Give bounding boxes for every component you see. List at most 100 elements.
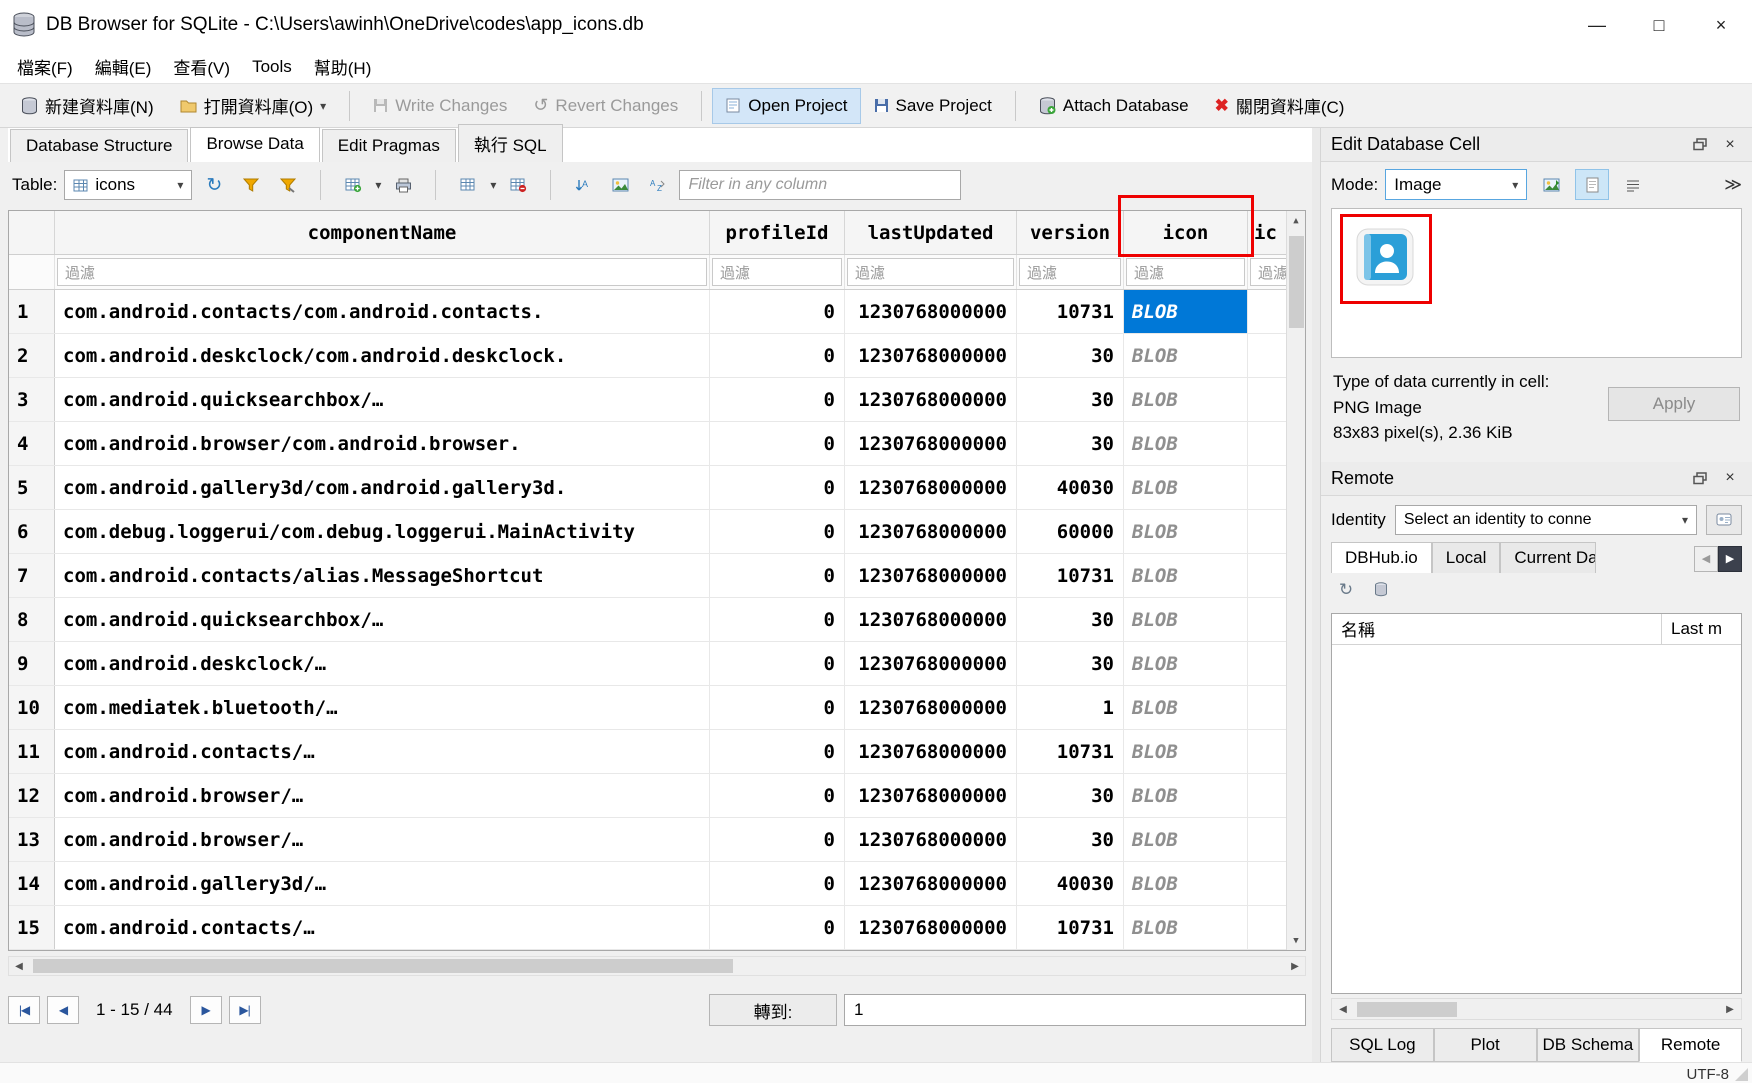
row-number[interactable]: 1 [9, 290, 55, 333]
table-row[interactable]: 2 com.android.deskclock/com.android.desk… [9, 334, 1305, 378]
remote-refresh-icon[interactable]: ↻ [1333, 578, 1359, 602]
float-panel-icon[interactable] [1688, 466, 1712, 490]
cell-profileId[interactable]: 0 [710, 686, 845, 729]
remote-tab-dbhub[interactable]: DBHub.io [1331, 542, 1432, 573]
cell-version[interactable]: 30 [1017, 818, 1124, 861]
cell-icon[interactable]: BLOB [1124, 774, 1248, 817]
open-database-button[interactable]: 打開資料庫(O) ▾ [167, 85, 340, 126]
cell-icon[interactable]: BLOB [1124, 378, 1248, 421]
cell-icon[interactable]: BLOB [1124, 862, 1248, 905]
table-row[interactable]: 9 com.android.deskclock/… 0 123076800000… [9, 642, 1305, 686]
duplicate-record-caret-icon[interactable]: ▾ [490, 178, 496, 192]
column-filter-icon[interactable]: 過濾 [1126, 258, 1245, 286]
table-row[interactable]: 10 com.mediatek.bluetooth/… 0 1230768000… [9, 686, 1305, 730]
cell-lastUpdated[interactable]: 1230768000000 [845, 774, 1017, 817]
cell-profileId[interactable]: 0 [710, 378, 845, 421]
cell-profileId[interactable]: 0 [710, 906, 845, 949]
cell-componentName[interactable]: com.android.gallery3d/… [55, 862, 710, 905]
scroll-right-icon[interactable]: ▶ [1719, 999, 1741, 1019]
cell-profileId[interactable]: 0 [710, 422, 845, 465]
row-number[interactable]: 10 [9, 686, 55, 729]
cell-version[interactable]: 30 [1017, 422, 1124, 465]
cell-componentName[interactable]: com.android.deskclock/… [55, 642, 710, 685]
row-number[interactable]: 13 [9, 818, 55, 861]
row-number[interactable]: 5 [9, 466, 55, 509]
resize-grip-icon[interactable] [1735, 1068, 1748, 1081]
float-panel-icon[interactable] [1688, 133, 1712, 157]
pane-splitter[interactable] [1312, 128, 1320, 1062]
import-identity-button[interactable] [1706, 505, 1742, 535]
row-number[interactable]: 3 [9, 378, 55, 421]
attach-database-button[interactable]: Attach Database [1026, 88, 1202, 124]
column-header-lastUpdated[interactable]: lastUpdated [845, 211, 1017, 254]
horizontal-scrollbar[interactable]: ◀ ▶ [8, 956, 1306, 976]
cell-version[interactable]: 40030 [1017, 862, 1124, 905]
row-number[interactable]: 2 [9, 334, 55, 377]
row-number[interactable]: 7 [9, 554, 55, 597]
new-database-button[interactable]: 新建資料庫(N) [8, 85, 167, 126]
table-row[interactable]: 3 com.android.quicksearchbox/… 0 1230768… [9, 378, 1305, 422]
cell-lastUpdated[interactable]: 1230768000000 [845, 422, 1017, 465]
row-number[interactable]: 6 [9, 510, 55, 553]
next-page-button[interactable]: ▶ [190, 996, 222, 1024]
column-header-icon[interactable]: icon [1124, 211, 1248, 254]
cell-profileId[interactable]: 0 [710, 598, 845, 641]
row-number[interactable]: 15 [9, 906, 55, 949]
sort-ascending-icon[interactable]: A [568, 171, 598, 199]
tab-edit-pragmas[interactable]: Edit Pragmas [322, 129, 456, 162]
cell-profileId[interactable]: 0 [710, 290, 845, 333]
refresh-icon[interactable]: ↻ [199, 171, 229, 199]
cell-icon[interactable]: BLOB [1124, 598, 1248, 641]
column-header-componentName[interactable]: componentName [55, 211, 710, 254]
table-row[interactable]: 14 com.android.gallery3d/… 0 12307680000… [9, 862, 1305, 906]
table-selector[interactable]: icons ▾ [64, 170, 192, 200]
revert-changes-button[interactable]: ↺ Revert Changes [520, 87, 691, 124]
horizontal-scrollbar-thumb[interactable] [33, 959, 733, 973]
table-row[interactable]: 13 com.android.browser/… 0 1230768000000… [9, 818, 1305, 862]
cell-lastUpdated[interactable]: 1230768000000 [845, 642, 1017, 685]
table-row[interactable]: 12 com.android.browser/… 0 1230768000000… [9, 774, 1305, 818]
goto-button[interactable]: 轉到: [709, 994, 837, 1026]
cell-lastUpdated[interactable]: 1230768000000 [845, 906, 1017, 949]
insert-record-icon[interactable] [338, 171, 368, 199]
menu-view[interactable]: 查看(V) [162, 50, 241, 83]
row-number[interactable]: 11 [9, 730, 55, 773]
cell-lastUpdated[interactable]: 1230768000000 [845, 466, 1017, 509]
remote-column-last-modified[interactable]: Last m [1662, 614, 1741, 644]
cell-version[interactable]: 10731 [1017, 730, 1124, 773]
remote-tab-local[interactable]: Local [1432, 542, 1501, 573]
mode-selector[interactable]: Image ▾ [1385, 169, 1527, 200]
table-row[interactable]: 15 com.android.contacts/… 0 123076800000… [9, 906, 1305, 950]
column-header-version[interactable]: version [1017, 211, 1124, 254]
cell-profileId[interactable]: 0 [710, 334, 845, 377]
cell-componentName[interactable]: com.android.contacts/com.android.contact… [55, 290, 710, 333]
cell-lastUpdated[interactable]: 1230768000000 [845, 686, 1017, 729]
cell-lastUpdated[interactable]: 1230768000000 [845, 510, 1017, 553]
cell-version[interactable]: 30 [1017, 378, 1124, 421]
maximize-button[interactable]: □ [1628, 0, 1690, 50]
cell-icon[interactable]: BLOB [1124, 686, 1248, 729]
scroll-down-icon[interactable]: ▼ [1287, 931, 1305, 950]
cell-lastUpdated[interactable]: 1230768000000 [845, 818, 1017, 861]
cell-icon[interactable]: BLOB [1124, 422, 1248, 465]
cell-profileId[interactable]: 0 [710, 818, 845, 861]
cell-icon[interactable]: BLOB [1124, 730, 1248, 773]
tab-database-structure[interactable]: Database Structure [10, 129, 188, 162]
cell-lastUpdated[interactable]: 1230768000000 [845, 730, 1017, 773]
cell-icon[interactable]: BLOB [1124, 642, 1248, 685]
menu-edit[interactable]: 編輯(E) [84, 50, 163, 83]
vertical-scrollbar-thumb[interactable] [1289, 236, 1304, 328]
tab-scroll-right-icon[interactable]: ▶ [1718, 546, 1742, 572]
row-number[interactable]: 8 [9, 598, 55, 641]
cell-icon[interactable]: BLOB [1124, 466, 1248, 509]
row-number[interactable]: 14 [9, 862, 55, 905]
cell-profileId[interactable]: 0 [710, 774, 845, 817]
column-filter-lastUpdated[interactable]: 過濾 [847, 258, 1014, 286]
column-header-profileId[interactable]: profileId [710, 211, 845, 254]
toolbar-overflow-icon[interactable]: ≫ [1724, 175, 1742, 195]
write-changes-button[interactable]: Write Changes [360, 88, 520, 124]
cell-componentName[interactable]: com.android.contacts/alias.MessageShortc… [55, 554, 710, 597]
corner-header[interactable] [9, 211, 55, 254]
cell-version[interactable]: 1 [1017, 686, 1124, 729]
import-data-icon[interactable] [1534, 169, 1568, 200]
